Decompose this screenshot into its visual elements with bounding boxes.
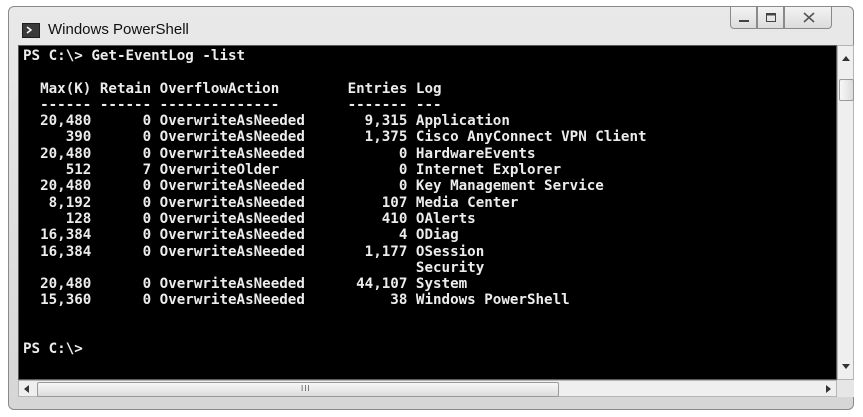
horizontal-scroll-thumb[interactable]: III (37, 382, 559, 397)
scroll-right-icon[interactable] (826, 385, 831, 393)
console-line: 8,192 0 OverwriteAsNeeded 107 Media Cent… (23, 194, 519, 211)
powershell-window: Windows PowerShell PS C:\> Get-EventLog … (8, 6, 854, 410)
console-line: Max(K) Retain OverflowAction Entries Log (23, 80, 442, 97)
console-line: 20,480 0 OverwriteAsNeeded 9,315 Applica… (23, 113, 510, 130)
vertical-scroll-thumb[interactable] (839, 79, 854, 101)
console-line: PS C:\> Get-EventLog -list (23, 48, 246, 64)
minimize-icon (739, 20, 749, 22)
console-line: ------ ------ -------------- ------- --- (23, 96, 442, 113)
scroll-left-icon[interactable] (24, 385, 29, 393)
console-line: 16,384 0 OverwriteAsNeeded 1,177 OSessio… (23, 243, 485, 260)
maximize-button[interactable] (757, 7, 784, 29)
console-line: 512 7 OverwriteOlder 0 Internet Explorer (23, 162, 562, 179)
powershell-icon (22, 23, 40, 38)
console-line: Security (23, 259, 485, 276)
console-text: PS C:\> Get-EventLog -list Max(K) Retain… (23, 48, 647, 358)
console-line: 16,384 0 OverwriteAsNeeded 4 ODiag (23, 227, 459, 244)
console-line: 128 0 OverwriteAsNeeded 410 OAlerts (23, 210, 476, 227)
console-line: 20,480 0 OverwriteAsNeeded 0 Key Managem… (23, 178, 604, 195)
title-bar[interactable]: Windows PowerShell (9, 7, 853, 47)
window-title: Windows PowerShell (48, 21, 189, 38)
horizontal-scrollbar[interactable]: III (18, 380, 837, 397)
resize-grip[interactable] (837, 380, 854, 397)
console-line: 15,360 0 OverwriteAsNeeded 38 Windows Po… (23, 292, 570, 309)
console-line: 20,480 0 OverwriteAsNeeded 44,107 System (23, 276, 468, 293)
scroll-grip-icon: III (301, 384, 311, 393)
vertical-scrollbar[interactable] (837, 45, 854, 380)
close-icon (803, 12, 815, 23)
close-button[interactable] (784, 7, 832, 29)
console-line: 20,480 0 OverwriteAsNeeded 0 HardwareEve… (23, 145, 536, 162)
scroll-down-icon[interactable] (842, 364, 850, 369)
console-output[interactable]: PS C:\> Get-EventLog -list Max(K) Retain… (18, 45, 837, 380)
console-line: 390 0 OverwriteAsNeeded 1,375 Cisco AnyC… (23, 129, 647, 146)
maximize-icon (766, 13, 776, 22)
scroll-up-icon[interactable] (842, 56, 850, 61)
minimize-button[interactable] (730, 7, 757, 29)
console-line: PS C:\> (23, 341, 83, 358)
